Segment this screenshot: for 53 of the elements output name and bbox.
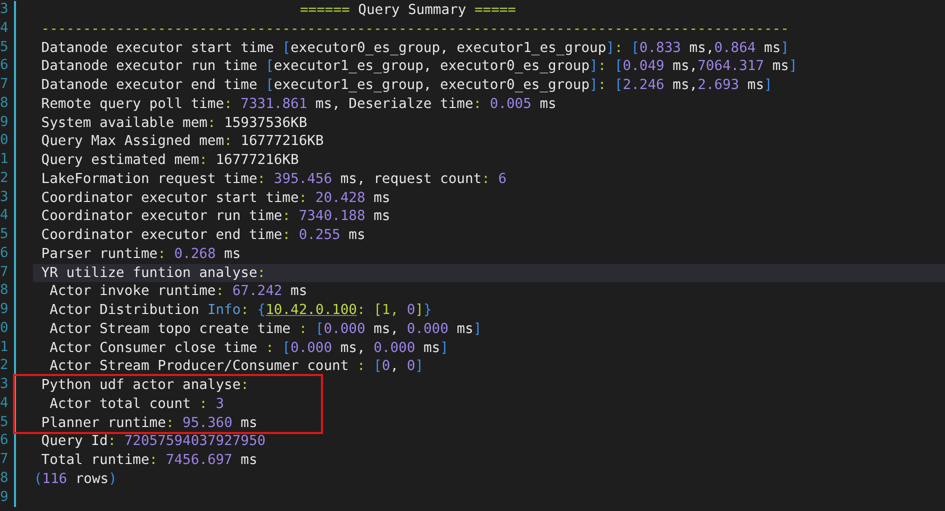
output-line: Query Max Assigned mem: 16777216KB xyxy=(41,132,324,151)
line-number: 7 xyxy=(0,451,8,467)
output-line: Coordinator executor run time: 7340.188 ms xyxy=(41,207,390,226)
line-number: 2 xyxy=(0,357,8,374)
output-line: Query estimated mem: 16777216KB xyxy=(41,151,299,170)
output-line: Parser runtime: 0.268 ms xyxy=(41,244,241,264)
summary-header: ====== Query Summary ===== xyxy=(300,1,516,20)
row-count: (116 rows) xyxy=(34,470,117,488)
output-line: LakeFormation request time: 395.456 ms, request count: 6 xyxy=(41,170,507,188)
line-number: 9 xyxy=(0,488,8,504)
output-line: Actor total count : 3 xyxy=(50,394,224,414)
line-number: 8 xyxy=(0,282,8,298)
output-line: Python udf actor analyse: xyxy=(41,376,249,395)
output-line: YR utilize funtion analyse: xyxy=(41,264,266,282)
line-number: 3 xyxy=(0,188,8,204)
line-number: 4 xyxy=(0,20,8,36)
output-line: Remote query poll time: 7331.861 ms, Deserialze time: 0.005 ms xyxy=(41,94,556,114)
line-number: 4 xyxy=(0,394,8,411)
line-number: 6 xyxy=(0,432,8,448)
line-number: 6 xyxy=(0,57,8,74)
line-number: 4 xyxy=(0,207,8,224)
line-number: 8 xyxy=(0,94,8,111)
output-line: Datanode executor run time [executor1_es_group, executor0_es_group]: [0.049 ms,7064.317 ms] xyxy=(41,57,798,76)
line-number: 5 xyxy=(0,226,8,242)
line-number: 1 xyxy=(0,151,8,167)
line-number: 3 xyxy=(0,1,8,17)
output-line: Datanode executor start time [executor0_es_group, executor1_es_group]: [0.833 ms,0.864 ms] xyxy=(41,38,789,58)
output-line: Query Id: 72057594037927950 xyxy=(41,432,266,451)
line-number: 7 xyxy=(0,76,8,92)
line-number: 7 xyxy=(0,264,8,280)
line-number: 8 xyxy=(0,470,8,486)
output-line: Coordinator executor end time: 0.255 ms xyxy=(41,226,366,245)
line-number: 9 xyxy=(0,301,8,317)
output-line: Actor invoke runtime: 67.242 ms xyxy=(50,282,308,301)
line-number: 2 xyxy=(0,170,8,186)
output-line: Planner runtime: 95.360 ms xyxy=(41,414,258,432)
output-line: Actor Stream Producer/Consumer count : [0, 0] xyxy=(50,357,424,376)
line-number: 1 xyxy=(0,338,8,354)
output-line: Datanode executor end time [executor1_es_group, executor0_es_group]: [2.246 ms,2.693 ms] xyxy=(41,76,772,95)
dashed-rule: ------------------------------------------------------------------------------------------ xyxy=(41,20,789,38)
output-line: Actor Consumer close time : [0.000 ms, 0.000 ms] xyxy=(50,338,448,358)
output-line: Actor Distribution Info: {10.42.0.100: [1, 0]} xyxy=(50,301,432,320)
output-line: Coordinator executor start time: 20.428 ms xyxy=(41,188,390,208)
line-number: 6 xyxy=(0,244,8,261)
line-number: 9 xyxy=(0,114,8,130)
line-number: 5 xyxy=(0,414,8,430)
output-line: System available mem: 15937536KB xyxy=(41,114,308,132)
line-number: 3 xyxy=(0,376,8,392)
output-line: Actor Stream topo create time : [0.000 ms, 0.000 ms] xyxy=(50,320,482,338)
line-number: 0 xyxy=(0,132,8,148)
output-line: Total runtime: 7456.697 ms xyxy=(41,451,258,470)
line-number: 0 xyxy=(0,320,8,336)
line-number: 5 xyxy=(0,38,8,54)
